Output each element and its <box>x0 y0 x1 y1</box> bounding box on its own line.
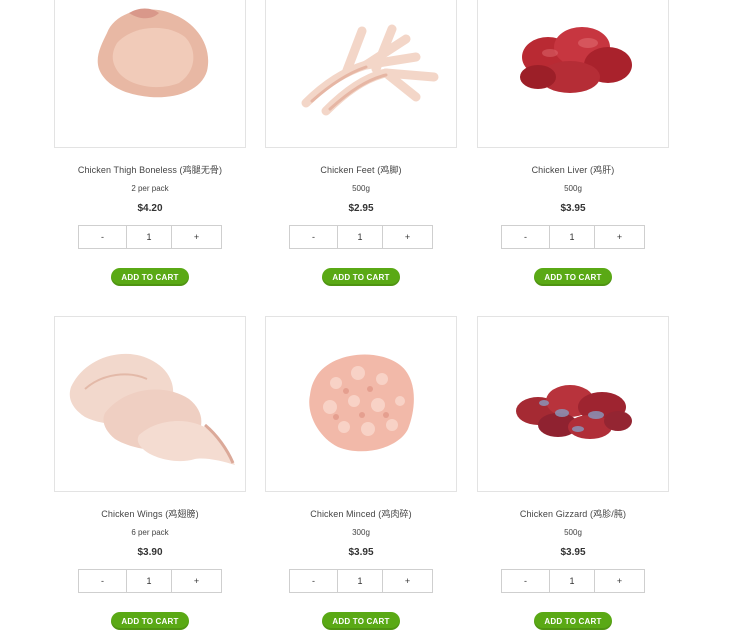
chicken-thigh-image <box>97 8 209 98</box>
product-card: Chicken Gizzard (鸡胗/肫) 500g $3.95 - 1 + … <box>477 316 669 630</box>
chicken-wings-image <box>69 353 235 465</box>
quantity-stepper: - 1 + <box>289 225 433 249</box>
product-name[interactable]: Chicken Liver (鸡肝) <box>477 163 669 176</box>
add-to-cart-button[interactable]: ADD TO CART <box>534 268 612 286</box>
product-price: $4.20 <box>137 203 163 214</box>
product-image-link[interactable] <box>265 0 457 148</box>
add-to-cart-button[interactable]: ADD TO CART <box>322 268 400 286</box>
product-name[interactable]: Chicken Gizzard (鸡胗/肫) <box>477 507 669 520</box>
add-to-cart-button[interactable]: ADD TO CART <box>111 612 189 630</box>
quantity-input[interactable]: 1 <box>127 226 172 248</box>
product-price: $2.95 <box>348 203 374 214</box>
add-to-cart-button[interactable]: ADD TO CART <box>111 268 189 286</box>
decrease-button[interactable]: - <box>79 570 127 592</box>
increase-button[interactable]: + <box>595 226 644 248</box>
increase-button[interactable]: + <box>172 570 221 592</box>
chicken-minced-image <box>309 354 414 452</box>
product-price: $3.95 <box>348 547 374 558</box>
product-unit: 500g <box>352 184 370 193</box>
quantity-input[interactable]: 1 <box>338 226 383 248</box>
quantity-stepper: - 1 + <box>289 569 433 593</box>
increase-button[interactable]: + <box>383 226 432 248</box>
product-name[interactable]: Chicken Minced (鸡肉碎) <box>265 507 457 520</box>
product-card: Chicken Wings (鸡翅膀) 6 per pack $3.90 - 1… <box>54 316 246 630</box>
decrease-button[interactable]: - <box>290 570 338 592</box>
chicken-feet-image <box>301 24 439 116</box>
quantity-input[interactable]: 1 <box>550 226 595 248</box>
quantity-stepper: - 1 + <box>78 225 222 249</box>
decrease-button[interactable]: - <box>502 570 550 592</box>
product-name[interactable]: Chicken Wings (鸡翅膀) <box>54 507 246 520</box>
quantity-input[interactable]: 1 <box>550 570 595 592</box>
product-image-link[interactable] <box>54 316 246 492</box>
product-price: $3.95 <box>560 203 586 214</box>
product-name[interactable]: Chicken Thigh Boneless (鸡腿无骨) <box>54 163 246 176</box>
product-card: Chicken Liver (鸡肝) 500g $3.95 - 1 + ADD … <box>477 0 669 286</box>
decrease-button[interactable]: - <box>502 226 550 248</box>
product-image-link[interactable] <box>265 316 457 492</box>
product-card: Chicken Feet (鸡脚) 500g $2.95 - 1 + ADD T… <box>265 0 457 286</box>
product-image-link[interactable] <box>477 316 669 492</box>
quantity-stepper: - 1 + <box>501 225 645 249</box>
product-image-link[interactable] <box>54 0 246 148</box>
quantity-input[interactable]: 1 <box>127 570 172 592</box>
chicken-liver-image <box>520 27 632 93</box>
add-to-cart-button[interactable]: ADD TO CART <box>534 612 612 630</box>
product-unit: 2 per pack <box>131 184 169 193</box>
add-to-cart-button[interactable]: ADD TO CART <box>322 612 400 630</box>
quantity-stepper: - 1 + <box>78 569 222 593</box>
quantity-stepper: - 1 + <box>501 569 645 593</box>
product-price: $3.90 <box>137 547 163 558</box>
product-name[interactable]: Chicken Feet (鸡脚) <box>265 163 457 176</box>
product-unit: 300g <box>352 528 370 537</box>
increase-button[interactable]: + <box>172 226 221 248</box>
product-unit: 6 per pack <box>131 528 169 537</box>
quantity-input[interactable]: 1 <box>338 570 383 592</box>
decrease-button[interactable]: - <box>290 226 338 248</box>
decrease-button[interactable]: - <box>79 226 127 248</box>
product-card: Chicken Minced (鸡肉碎) 300g $3.95 - 1 + AD… <box>265 316 457 630</box>
product-unit: 500g <box>564 184 582 193</box>
increase-button[interactable]: + <box>383 570 432 592</box>
product-price: $3.95 <box>560 547 586 558</box>
product-unit: 500g <box>564 528 582 537</box>
product-card: Chicken Thigh Boneless (鸡腿无骨) 2 per pack… <box>54 0 246 286</box>
product-grid: Chicken Thigh Boneless (鸡腿无骨) 2 per pack… <box>0 0 734 630</box>
increase-button[interactable]: + <box>595 570 644 592</box>
product-image-link[interactable] <box>477 0 669 148</box>
chicken-gizzard-image <box>516 385 632 439</box>
